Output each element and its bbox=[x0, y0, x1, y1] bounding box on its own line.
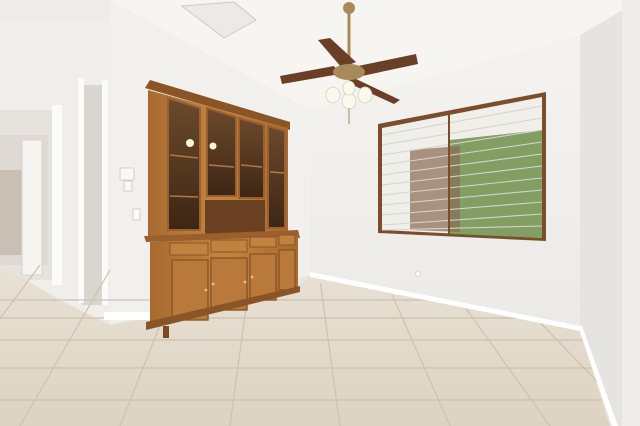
china-hutch bbox=[144, 80, 300, 338]
hutch-glass-door-2 bbox=[206, 106, 237, 197]
wall-outlet bbox=[415, 271, 421, 277]
shower-curtain bbox=[0, 170, 22, 255]
light-switch bbox=[132, 208, 141, 221]
hutch-door-4 bbox=[278, 249, 296, 291]
hall-door bbox=[21, 139, 43, 276]
doorway-frame bbox=[52, 105, 62, 285]
side-door-trim-right bbox=[102, 80, 108, 305]
thermostat-lower bbox=[123, 180, 133, 192]
thermostat bbox=[119, 167, 135, 181]
hutch-glass-door-1 bbox=[167, 96, 201, 231]
room-scene bbox=[0, 0, 640, 426]
right-wall-column bbox=[622, 0, 640, 426]
dining-room-photo bbox=[0, 0, 640, 426]
side-doorway bbox=[82, 85, 104, 305]
baseboard-left bbox=[104, 312, 150, 320]
window-view-greenery bbox=[450, 130, 542, 238]
hutch-glass-door-4 bbox=[267, 124, 286, 229]
side-door-trim bbox=[78, 78, 84, 303]
hutch-glass-door-3 bbox=[238, 116, 265, 199]
